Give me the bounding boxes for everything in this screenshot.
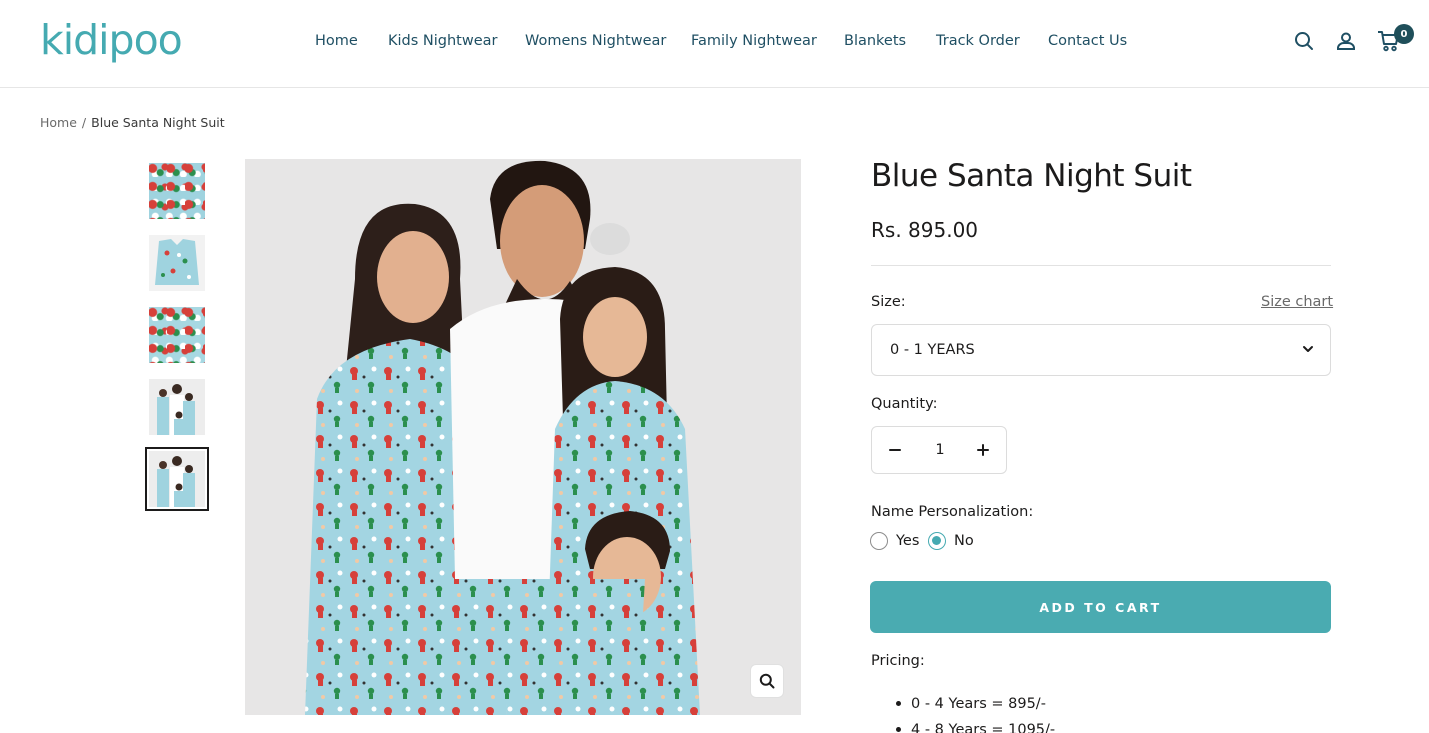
personalization-yes-option[interactable]: Yes [870,531,919,551]
quantity-stepper: 1 [871,426,1007,474]
thumbnail-3[interactable] [149,307,205,363]
thumbnail-2[interactable] [149,235,205,291]
thumbnail-4[interactable] [149,379,205,435]
product-price: Rs. 895.00 [871,218,979,242]
pricing-list: 0 - 4 Years = 895/- 4 - 8 Years = 1095/- [895,691,1055,733]
minus-icon [889,449,901,451]
add-to-cart-button[interactable]: ADD TO CART [870,581,1331,633]
chevron-down-icon [1303,346,1313,352]
radio-no[interactable] [928,532,946,550]
nav-blankets[interactable]: Blankets [844,30,906,52]
quantity-label: Quantity: [871,396,938,412]
cart-count-badge: 0 [1394,24,1414,44]
radio-no-label: No [954,533,974,549]
thumbnail-image [149,163,205,219]
thumbnail-image [149,451,205,507]
breadcrumb-separator: / [81,115,87,130]
site-header: kidipoo Home Kids Nightwear Womens Night… [0,0,1429,88]
size-chart-link[interactable]: Size chart [1261,292,1333,312]
breadcrumb-home[interactable]: Home [40,115,77,130]
zoom-button[interactable] [750,664,784,698]
quantity-decrease-button[interactable] [884,439,906,461]
nav-track-order[interactable]: Track Order [936,30,1020,52]
account-icon[interactable] [1333,28,1359,54]
quantity-input[interactable]: 1 [920,427,960,473]
nav-womens-nightwear[interactable]: Womens Nightwear [525,30,666,52]
radio-yes[interactable] [870,532,888,550]
quantity-increase-button[interactable] [972,439,994,461]
thumbnail-image [149,235,205,291]
product-title: Blue Santa Night Suit [871,158,1192,194]
pricing-item: 0 - 4 Years = 895/- [895,691,1055,717]
radio-yes-label: Yes [896,533,920,549]
thumbnail-1[interactable] [149,163,205,219]
size-label: Size: [871,294,906,310]
thumbnail-5-selected[interactable] [145,447,209,511]
pricing-label: Pricing: [871,653,925,669]
nav-home[interactable]: Home [315,30,358,52]
nav-contact-us[interactable]: Contact Us [1048,30,1127,52]
family-photo [245,159,801,715]
nav-family-nightwear[interactable]: Family Nightwear [691,30,817,52]
plus-icon [977,444,989,456]
search-icon[interactable] [1291,28,1317,54]
thumbnail-image [149,379,205,435]
personalization-no-option[interactable]: No [928,531,974,551]
breadcrumb-current: Blue Santa Night Suit [91,115,225,130]
personalization-label: Name Personalization: [871,504,1034,520]
breadcrumb: Home / Blue Santa Night Suit [40,114,225,132]
zoom-icon [759,673,775,689]
main-product-image[interactable] [245,159,801,715]
main-nav: Home Kids Nightwear Womens Nightwear Fam… [0,30,1429,52]
divider [871,265,1331,266]
thumbnail-image [149,307,205,363]
nav-kids-nightwear[interactable]: Kids Nightwear [388,30,498,52]
pricing-item: 4 - 8 Years = 1095/- [895,717,1055,733]
size-select[interactable]: 0 - 1 YEARS [871,324,1331,376]
size-select-value: 0 - 1 YEARS [890,342,975,358]
